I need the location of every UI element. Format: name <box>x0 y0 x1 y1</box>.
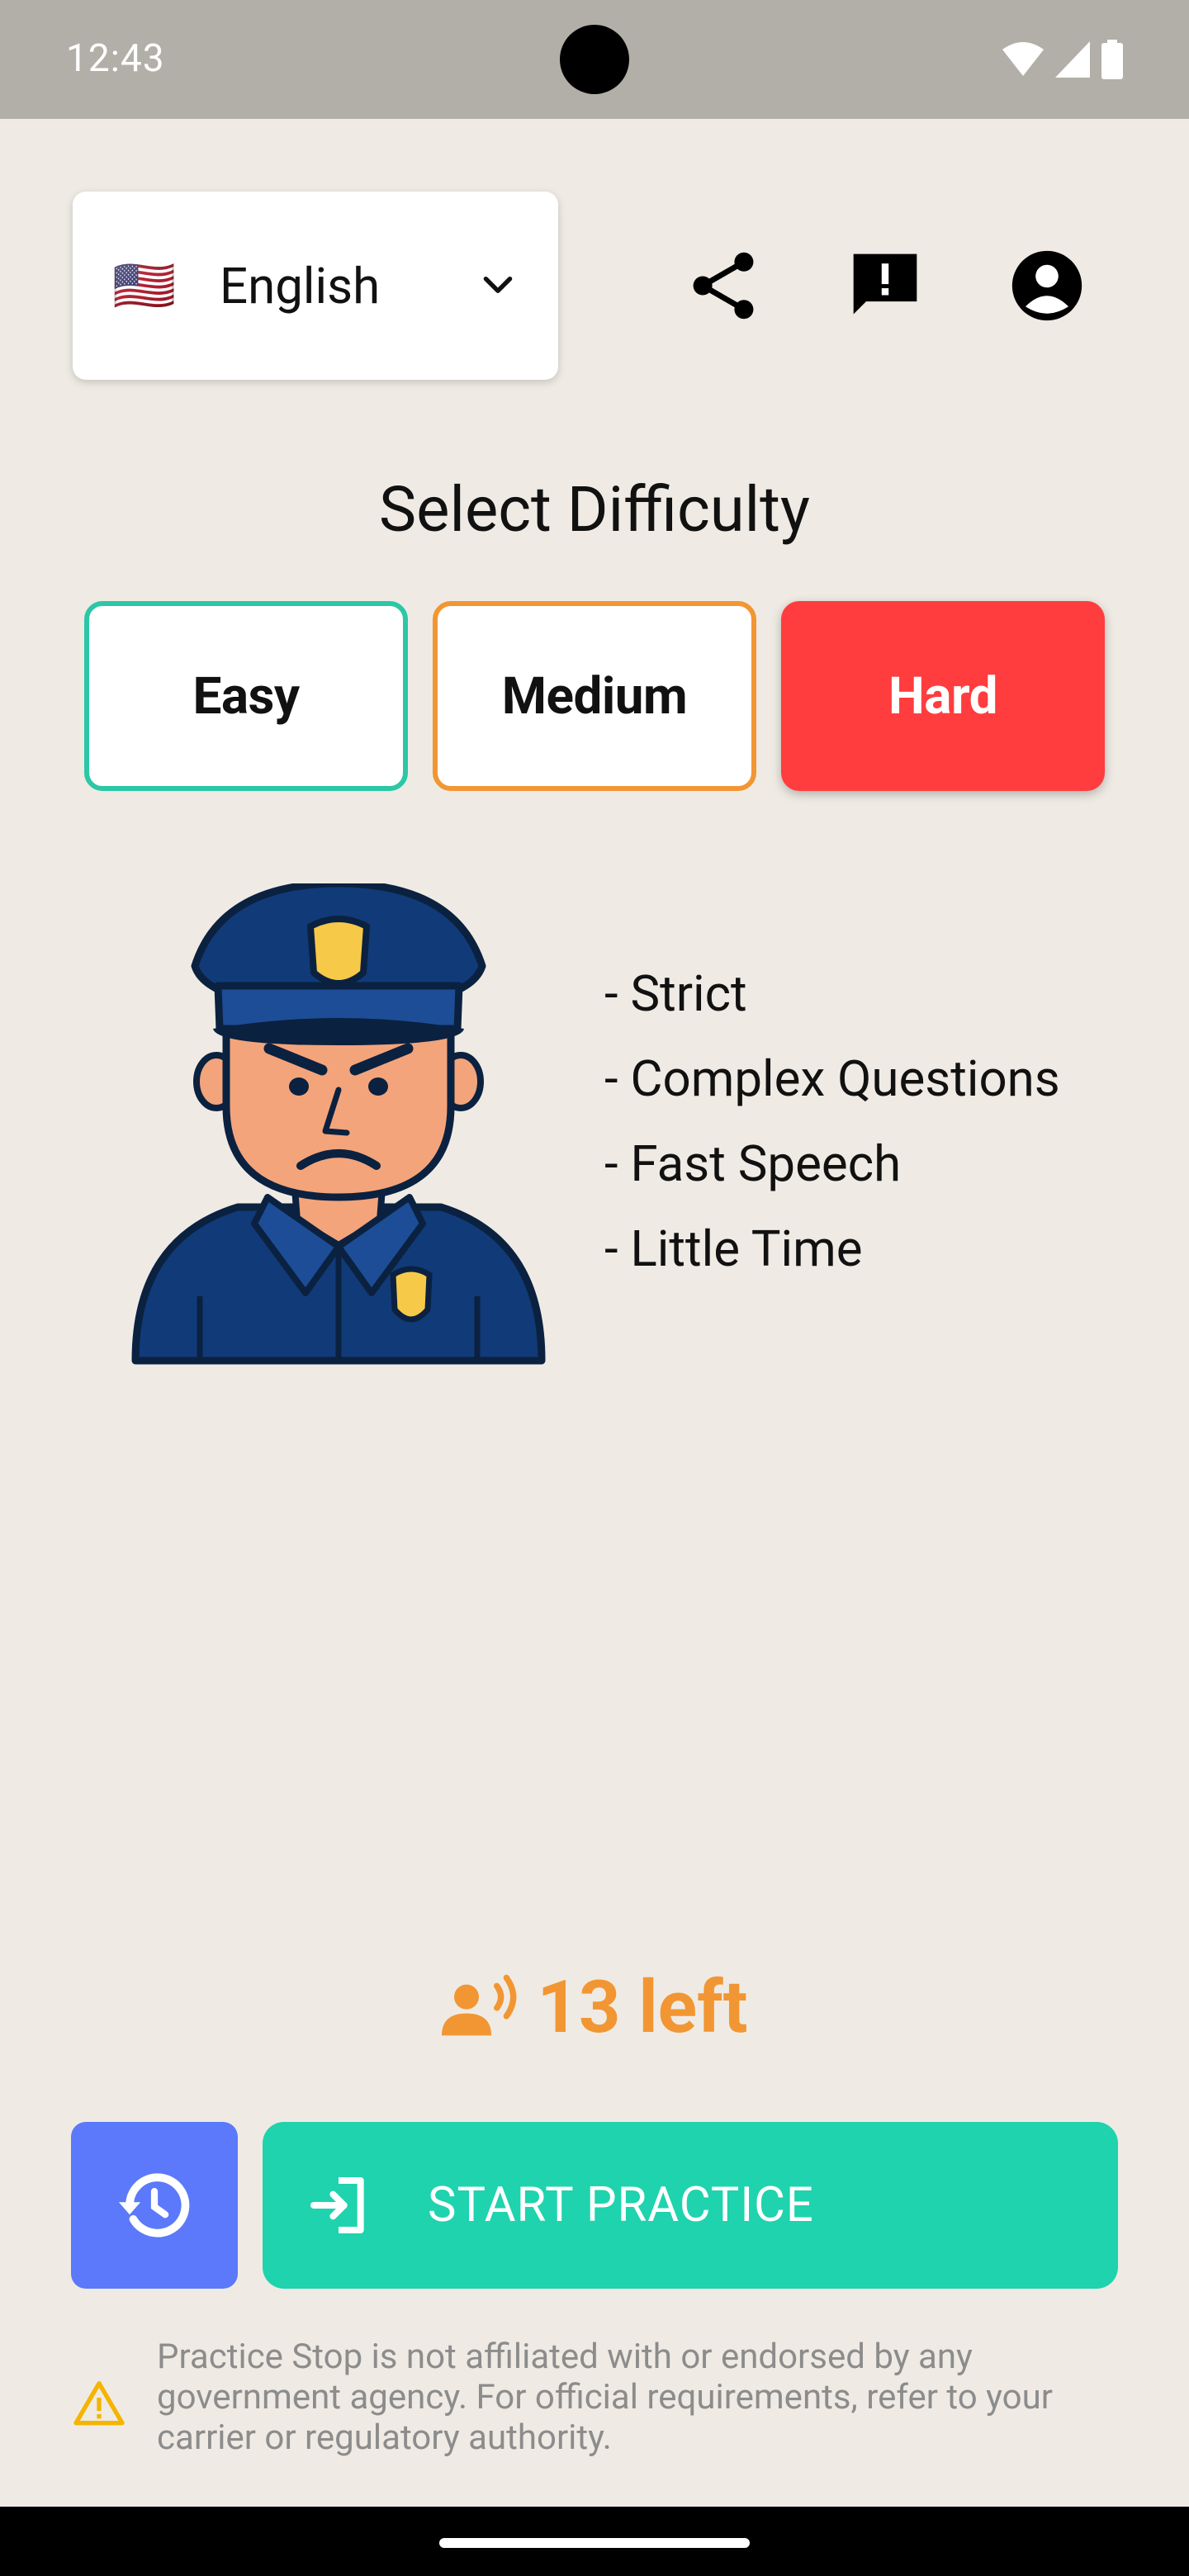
language-selector[interactable]: 🇺🇸 English <box>73 192 558 380</box>
share-icon[interactable] <box>685 248 761 324</box>
battery-icon <box>1101 40 1123 79</box>
disclaimer: Practice Stop is not affiliated with or … <box>73 2337 1130 2458</box>
difficulty-medium-button[interactable]: Medium <box>433 601 756 791</box>
start-practice-label: START PRACTICE <box>428 2177 814 2233</box>
system-icons <box>1002 40 1123 79</box>
account-icon[interactable] <box>1009 248 1085 324</box>
camera-cutout <box>560 25 629 94</box>
signal-icon <box>1055 41 1090 78</box>
status-bar: 12:43 <box>0 0 1189 119</box>
trait-item: - Little Time <box>604 1219 863 1278</box>
difficulty-easy-button[interactable]: Easy <box>84 601 408 791</box>
language-label: English <box>220 256 381 315</box>
difficulty-hard-button[interactable]: Hard <box>781 601 1105 791</box>
navigation-bar <box>0 2507 1189 2576</box>
history-button[interactable] <box>71 2122 238 2289</box>
remaining-count: 13 left <box>0 1965 1189 2050</box>
history-icon <box>118 2173 190 2237</box>
trait-item: - Strict <box>604 964 747 1023</box>
us-flag-icon: 🇺🇸 <box>112 255 177 316</box>
page-title: Select Difficulty <box>379 472 810 547</box>
status-time: 12:43 <box>66 36 165 81</box>
police-officer-illustration <box>131 883 546 1365</box>
warning-icon <box>73 2381 125 2426</box>
trait-item: - Complex Questions <box>604 1049 1060 1108</box>
disclaimer-text: Practice Stop is not affiliated with or … <box>157 2337 1053 2458</box>
remaining-text: 13 left <box>537 1965 748 2050</box>
gesture-handle[interactable] <box>439 2538 750 2548</box>
trait-item: - Fast Speech <box>604 1134 902 1193</box>
login-icon <box>310 2177 364 2233</box>
chevron-down-icon <box>483 276 513 293</box>
difficulty-traits: - Strict - Complex Questions - Fast Spee… <box>604 951 1060 1291</box>
wifi-icon <box>1002 42 1044 76</box>
start-practice-button[interactable]: START PRACTICE <box>263 2122 1118 2289</box>
feedback-icon[interactable] <box>847 248 923 324</box>
voice-speaker-icon <box>441 1974 516 2035</box>
